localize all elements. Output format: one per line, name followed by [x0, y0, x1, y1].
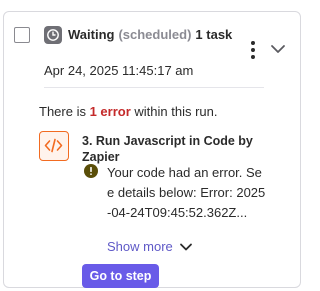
status-sub-label: (scheduled) — [118, 27, 192, 42]
run-status-header: Waiting (scheduled) 1 task — [68, 26, 232, 44]
run-timestamp: Apr 24, 2025 11:45:17 am — [44, 63, 194, 78]
more-options-icon[interactable] — [247, 41, 259, 59]
zap-run-card: Waiting (scheduled) 1 task Apr 24, 2025 11… — [3, 11, 301, 288]
step-title: 3. Run Javascript in Code by Zapier — [82, 134, 253, 164]
error-message: Your code had an error. See details belo… — [107, 165, 266, 220]
summary-prefix: There is — [39, 104, 90, 119]
select-run-checkbox[interactable] — [14, 27, 30, 43]
error-summary: There is 1 error within this run. — [39, 104, 217, 119]
warning-icon — [84, 164, 98, 178]
show-more-link[interactable]: Show more — [107, 239, 173, 254]
status-label: Waiting — [68, 27, 115, 42]
clock-icon — [44, 26, 62, 44]
task-count: 1 task — [195, 27, 233, 42]
error-count: 1 error — [89, 104, 131, 119]
divider — [44, 87, 264, 88]
chevron-down-icon[interactable] — [178, 240, 194, 254]
code-icon — [39, 131, 69, 161]
go-to-step-button[interactable]: Go to step — [82, 264, 159, 288]
chevron-down-icon[interactable] — [268, 39, 288, 59]
summary-suffix: within this run. — [130, 104, 218, 119]
